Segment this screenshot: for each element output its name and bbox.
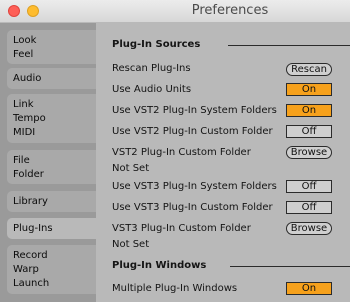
multiple-plugin-windows-toggle[interactable]: On [286,282,332,295]
tab-label: Feel [13,49,34,60]
section-divider [228,45,350,46]
use-audio-units-toggle[interactable]: On [286,83,332,96]
vst3-custom-folder-path: Not Set [112,239,150,250]
preferences-sidebar: Look Feel Audio Link Tempo MIDI File Fol… [0,23,96,302]
multiple-plugin-windows-label: Multiple Plug-In Windows [112,283,238,294]
tab-label: Warp [13,264,39,275]
vst2-browse-button[interactable]: Browse [286,146,332,159]
section-header-plugin-windows: Plug-In Windows [112,260,207,271]
tab-label: Plug-Ins [13,223,53,234]
use-vst3-custom-folder-toggle[interactable]: Off [286,201,332,214]
tab-plug-ins[interactable]: Plug-Ins [7,218,96,239]
tab-label: Link [13,99,34,110]
use-vst2-system-folders-toggle[interactable]: On [286,104,332,117]
tab-link-tempo-midi[interactable]: Link Tempo MIDI [7,94,96,143]
tab-label: Audio [13,73,42,84]
tab-file-folder[interactable]: File Folder [7,150,96,184]
tab-label: Launch [13,278,50,289]
tab-label: Tempo [13,113,46,124]
section-header-plugin-sources: Plug-In Sources [112,39,201,50]
use-vst2-system-folders-label: Use VST2 Plug-In System Folders [112,105,277,116]
tab-label: Record [13,250,48,261]
rescan-button[interactable]: Rescan [286,63,332,76]
tab-label: Library [13,196,48,207]
vst2-custom-folder-path: Not Set [112,163,150,174]
tab-record-warp-launch[interactable]: Record Warp Launch [7,245,96,294]
tab-label: File [13,155,30,166]
use-audio-units-label: Use Audio Units [112,84,192,95]
section-divider [230,266,350,267]
tab-audio[interactable]: Audio [7,68,96,89]
plug-ins-panel: Plug-In Sources Rescan Plug-Ins Rescan U… [96,23,350,302]
vst3-browse-button[interactable]: Browse [286,222,332,235]
use-vst3-system-folders-label: Use VST3 Plug-In System Folders [112,181,277,192]
tab-label: MIDI [13,127,36,138]
use-vst3-system-folders-toggle[interactable]: Off [286,180,332,193]
rescan-label: Rescan Plug-Ins [112,63,191,74]
vst2-custom-folder-label: VST2 Plug-In Custom Folder [112,147,251,158]
tab-look-feel[interactable]: Look Feel [7,30,96,64]
tab-library[interactable]: Library [7,191,96,212]
title-bar: Preferences [0,0,350,23]
window-title: Preferences [191,3,269,18]
use-vst2-custom-folder-toggle[interactable]: Off [286,125,332,138]
vst3-custom-folder-label: VST3 Plug-In Custom Folder [112,223,251,234]
tab-label: Look [13,35,37,46]
tab-label: Folder [13,169,44,180]
use-vst2-custom-folder-label: Use VST2 Plug-In Custom Folder [112,126,273,137]
use-vst3-custom-folder-label: Use VST3 Plug-In Custom Folder [112,202,273,213]
